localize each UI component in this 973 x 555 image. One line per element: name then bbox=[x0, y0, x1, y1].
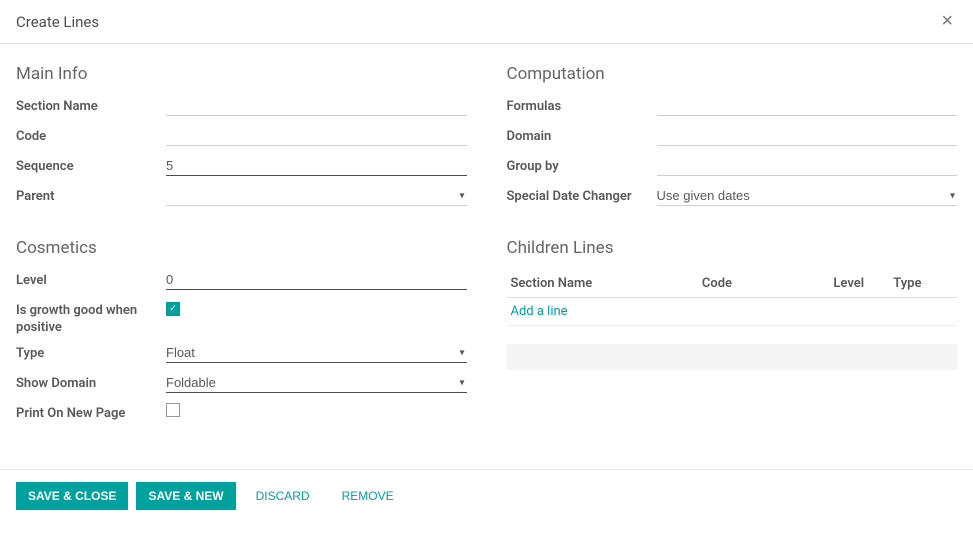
code-label: Code bbox=[16, 126, 166, 146]
column-level: Level bbox=[833, 276, 893, 291]
modal-body: Main Info Section Name Code Sequence Par… bbox=[0, 44, 973, 449]
computation-heading: Computation bbox=[507, 64, 958, 84]
left-column: Main Info Section Name Code Sequence Par… bbox=[16, 60, 467, 433]
cosmetics-heading: Cosmetics bbox=[16, 238, 467, 258]
save-new-button[interactable]: Save & New bbox=[136, 482, 235, 510]
sequence-input[interactable] bbox=[166, 156, 467, 176]
formulas-label: Formulas bbox=[507, 96, 657, 116]
modal-title: Create Lines bbox=[16, 13, 99, 31]
is-growth-label: Is growth good when positive bbox=[16, 300, 166, 337]
type-select[interactable] bbox=[166, 343, 467, 363]
show-domain-row: Show Domain ▾ bbox=[16, 373, 467, 397]
print-new-page-row: Print On New Page bbox=[16, 403, 467, 427]
is-growth-checkbox[interactable]: ✓ bbox=[166, 302, 180, 316]
is-growth-row: Is growth good when positive ✓ bbox=[16, 300, 467, 337]
column-type: Type bbox=[893, 276, 953, 291]
formulas-input[interactable] bbox=[657, 96, 958, 116]
modal-header: Create Lines × bbox=[0, 0, 973, 44]
table-footer bbox=[507, 344, 958, 370]
group-by-row: Group by bbox=[507, 156, 958, 180]
sequence-row: Sequence bbox=[16, 156, 467, 180]
type-label: Type bbox=[16, 343, 166, 363]
parent-row: Parent ▾ bbox=[16, 186, 467, 210]
show-domain-select[interactable] bbox=[166, 373, 467, 393]
print-new-page-label: Print On New Page bbox=[16, 403, 166, 423]
sequence-label: Sequence bbox=[16, 156, 166, 176]
discard-button[interactable]: Discard bbox=[244, 482, 322, 510]
main-info-heading: Main Info bbox=[16, 64, 467, 84]
add-a-line-link[interactable]: Add a line bbox=[511, 304, 568, 319]
section-name-label: Section Name bbox=[16, 96, 166, 116]
section-name-row: Section Name bbox=[16, 96, 467, 120]
show-domain-label: Show Domain bbox=[16, 373, 166, 393]
special-date-select[interactable] bbox=[657, 186, 958, 206]
domain-input[interactable] bbox=[657, 126, 958, 146]
print-new-page-checkbox[interactable] bbox=[166, 403, 180, 417]
group-by-label: Group by bbox=[507, 156, 657, 176]
parent-label: Parent bbox=[16, 186, 166, 206]
domain-row: Domain bbox=[507, 126, 958, 150]
domain-label: Domain bbox=[507, 126, 657, 146]
code-row: Code bbox=[16, 126, 467, 150]
table-row: Add a line bbox=[507, 298, 958, 326]
modal-footer: Save & Close Save & New Discard Remove bbox=[0, 469, 973, 522]
children-lines-heading: Children Lines bbox=[507, 238, 958, 258]
close-button[interactable]: × bbox=[937, 10, 957, 33]
create-lines-modal: Create Lines × Main Info Section Name Co… bbox=[0, 0, 973, 522]
type-row: Type ▾ bbox=[16, 343, 467, 367]
remove-button[interactable]: Remove bbox=[330, 482, 406, 510]
column-code: Code bbox=[702, 276, 834, 291]
parent-select[interactable] bbox=[166, 186, 467, 206]
right-column: Computation Formulas Domain Group by Spe… bbox=[507, 60, 958, 433]
special-date-row: Special Date Changer ▾ bbox=[507, 186, 958, 210]
level-row: Level bbox=[16, 270, 467, 294]
level-input[interactable] bbox=[166, 270, 467, 290]
section-name-input[interactable] bbox=[166, 96, 467, 116]
formulas-row: Formulas bbox=[507, 96, 958, 120]
group-by-input[interactable] bbox=[657, 156, 958, 176]
column-section-name: Section Name bbox=[511, 276, 702, 291]
save-close-button[interactable]: Save & Close bbox=[16, 482, 128, 510]
special-date-label: Special Date Changer bbox=[507, 186, 657, 206]
children-table: Section Name Code Level Type Add a line bbox=[507, 270, 958, 370]
code-input[interactable] bbox=[166, 126, 467, 146]
level-label: Level bbox=[16, 270, 166, 290]
table-header: Section Name Code Level Type bbox=[507, 270, 958, 298]
